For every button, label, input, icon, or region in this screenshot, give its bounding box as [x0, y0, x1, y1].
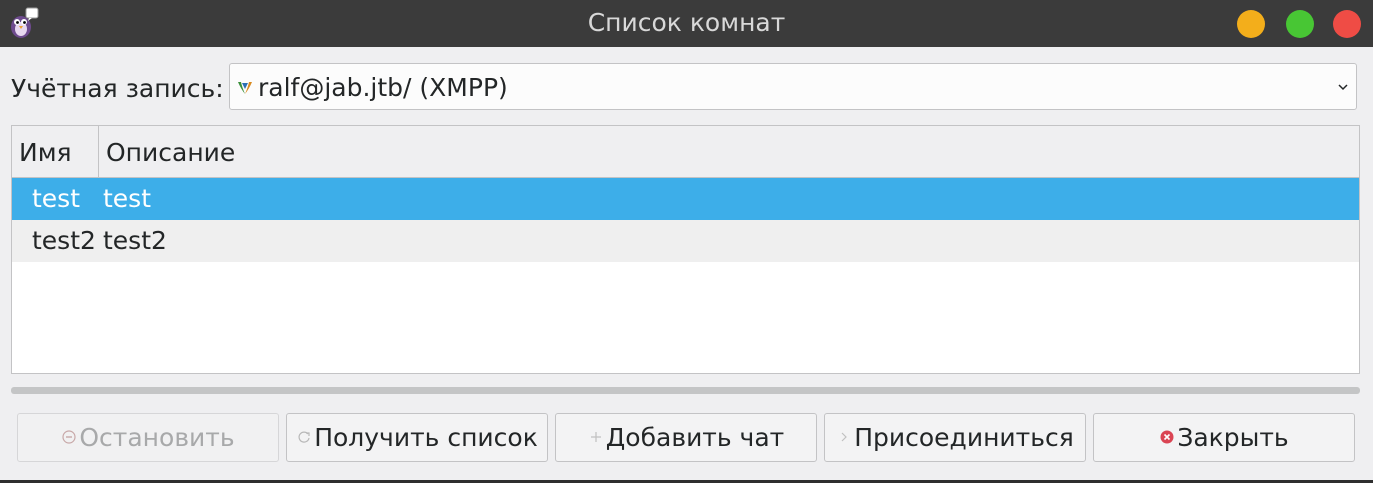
- column-header-description[interactable]: Описание: [99, 126, 1359, 177]
- account-label: Учётная запись:: [11, 74, 224, 103]
- close-button[interactable]: Закрыть: [1093, 413, 1355, 462]
- room-list[interactable]: Имя Описание test test test2 test2: [11, 125, 1360, 374]
- close-window-button[interactable]: [1333, 10, 1361, 38]
- add-chat-button-label: Добавить чат: [605, 423, 785, 452]
- room-description: test2: [103, 226, 167, 255]
- chevron-down-icon: [1338, 84, 1348, 91]
- account-value: ralf@jab.jtb/ (XMPP): [258, 73, 508, 102]
- refresh-icon: [298, 431, 310, 443]
- join-button[interactable]: Присоединиться: [824, 413, 1086, 462]
- title-bar[interactable]: Список комнат: [0, 0, 1373, 47]
- stop-icon: [62, 430, 76, 444]
- get-list-button-label: Получить список: [314, 423, 538, 452]
- minimize-button[interactable]: [1237, 10, 1265, 38]
- plus-icon: [590, 432, 601, 442]
- room-name: test: [32, 184, 81, 213]
- add-chat-button[interactable]: Добавить чат: [555, 413, 817, 462]
- xmpp-icon: [238, 82, 252, 94]
- column-header-name[interactable]: Имя: [12, 126, 99, 177]
- close-button-label: Закрыть: [1177, 423, 1289, 452]
- room-name: test2: [32, 226, 96, 255]
- table-row[interactable]: test2 test2: [12, 220, 1359, 262]
- stop-button-label: Остановить: [79, 423, 235, 452]
- maximize-button[interactable]: [1286, 10, 1314, 38]
- progress-bar: [11, 387, 1360, 394]
- chevron-right-icon: [841, 432, 848, 442]
- stop-button[interactable]: Остановить: [17, 413, 279, 462]
- join-button-label: Присоединиться: [854, 423, 1074, 452]
- account-select[interactable]: ralf@jab.jtb/ (XMPP): [229, 63, 1357, 110]
- room-list-window: Список комнат Учётная запись: ralf@jab.j…: [0, 0, 1373, 483]
- window-title: Список комнат: [587, 8, 786, 37]
- get-list-button[interactable]: Получить список: [286, 413, 548, 462]
- close-circle-icon: [1160, 430, 1174, 444]
- room-description: test: [103, 184, 152, 213]
- table-header: Имя Описание: [12, 126, 1359, 178]
- table-row[interactable]: test test: [12, 178, 1359, 220]
